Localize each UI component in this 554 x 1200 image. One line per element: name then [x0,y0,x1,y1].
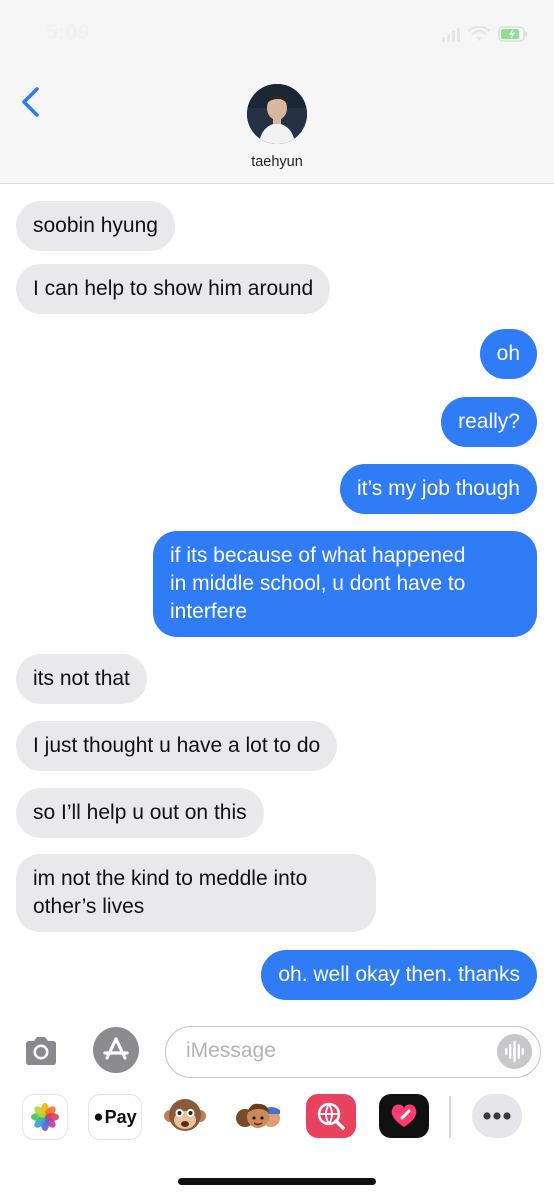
message-bubble-incoming[interactable]: its not that [16,654,147,704]
more-apps-button[interactable] [472,1094,522,1138]
message-bubble-incoming[interactable]: im not the kind to meddle into other’s l… [16,854,376,932]
camera-icon [26,1037,56,1065]
apple-logo-icon: ● [93,1107,104,1126]
message-input-placeholder: iMessage [186,1039,276,1062]
composer-row: iMessage [0,1020,554,1090]
message-text: oh [496,342,520,365]
digital-touch-button[interactable] [379,1094,429,1138]
message-text: really? [458,410,520,433]
message-text: I just thought u have a lot to do [33,734,321,757]
contact-name[interactable]: taehyun [0,154,554,170]
avatar[interactable] [247,84,307,144]
message-text-line: im not the kind to meddle into [33,867,308,890]
message-text: it’s my job though [356,477,520,500]
apple-pay-button[interactable]: ● Pay [88,1094,142,1140]
cellular-signal-icon [442,26,460,42]
conversation-header: 5:09 taehyun [0,0,554,184]
memoji-button[interactable] [233,1092,283,1140]
voice-message-button[interactable] [497,1034,532,1069]
status-icons [442,24,528,44]
message-bubble-outgoing[interactable]: really? [441,397,537,447]
message-text-line: in middle school, u dont have to [170,572,466,595]
message-text: soobin hyung [33,214,158,237]
animoji-icon [164,1099,206,1131]
photos-icon [31,1103,59,1131]
message-input[interactable]: iMessage [165,1026,541,1078]
app-store-icon [103,1037,129,1060]
waveform-icon [505,1041,524,1062]
camera-button[interactable] [22,1032,60,1070]
message-text-line: if its because of what happened [170,544,466,567]
app-strip-divider [449,1096,451,1138]
heart-touch-icon [391,1104,417,1127]
globe-search-icon [317,1102,345,1130]
chevron-left-icon [22,87,39,117]
message-text: its not that [33,667,130,690]
memoji-icon [236,1103,280,1128]
home-indicator[interactable] [178,1178,376,1185]
message-bubble-incoming[interactable]: I just thought u have a lot to do [16,721,338,771]
wifi-icon [468,26,490,42]
back-button[interactable] [18,86,42,123]
message-text-line: interfere [170,600,248,623]
message-text-line: other’s lives [33,895,145,918]
message-text: oh. well okay then. thanks [278,963,520,986]
images-search-button[interactable] [306,1094,356,1138]
message-bubble-outgoing[interactable]: if its because of what happened in middl… [153,531,537,637]
app-drawer: ● Pay [0,1092,554,1144]
animoji-button[interactable] [162,1092,208,1140]
message-bubble-incoming[interactable]: so I’ll help u out on this [16,788,264,838]
message-bubble-outgoing[interactable]: oh. well okay then. thanks [261,950,537,1000]
message-bubble-incoming[interactable]: soobin hyung [16,201,175,251]
message-text: so I’ll help u out on this [33,801,247,824]
message-bubble-outgoing[interactable]: it’s my job though [339,464,537,514]
more-icon [483,1112,511,1120]
message-bubble-outgoing[interactable]: oh [479,329,537,379]
photos-app-button[interactable] [22,1094,68,1140]
message-text: I can help to show him around [33,277,314,300]
apple-pay-label: Pay [104,1106,137,1127]
status-time: 5:09 [46,21,91,44]
message-bubble-incoming[interactable]: I can help to show him around [16,264,331,314]
app-store-button[interactable] [93,1027,139,1073]
battery-icon [498,26,528,42]
